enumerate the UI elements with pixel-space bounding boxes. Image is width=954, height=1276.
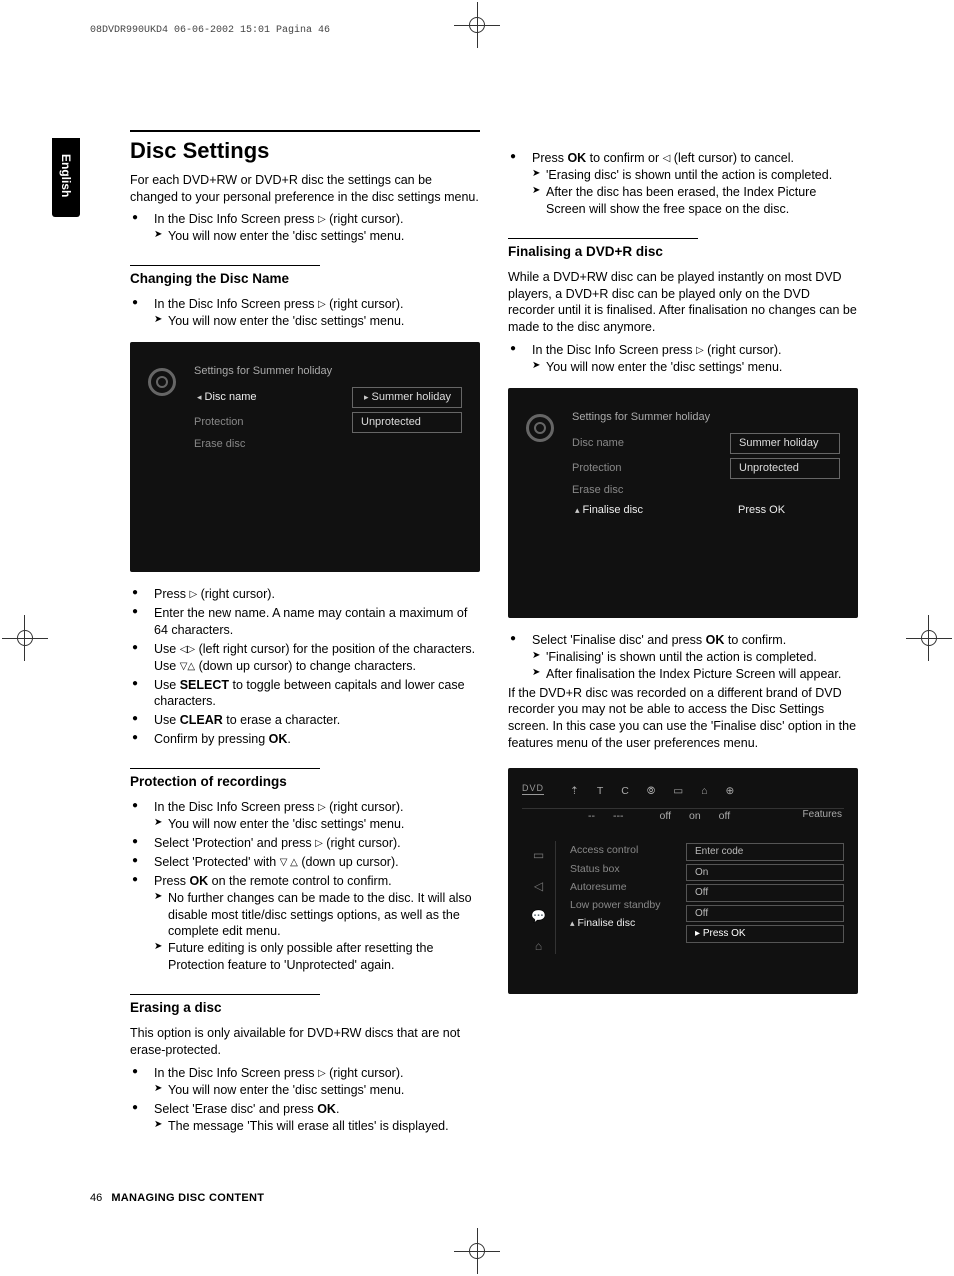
sub-note: No further changes can be made to the di… xyxy=(154,890,480,941)
language-icon: 💬 xyxy=(531,908,546,924)
language-tab: English xyxy=(52,138,80,217)
sub-note: After finalisation the Index Picture Scr… xyxy=(532,666,858,683)
chapter-title: MANAGING DISC CONTENT xyxy=(111,1192,264,1204)
intro-text: For each DVD+RW or DVD+R disc the settin… xyxy=(130,172,480,206)
prepress-jobline: 08DVDR990UKD4 06-06-2002 15:01 Pagina 46 xyxy=(90,24,330,38)
erase-intro: This option is only aivailable for DVD+R… xyxy=(130,1025,480,1059)
osd-row: ▴Finalise disc Press OK xyxy=(572,499,840,522)
osd-title: Settings for Summer holiday xyxy=(572,410,840,425)
dvd-logo-icon: DVD xyxy=(522,782,544,795)
sub-note: 'Erasing disc' is shown until the action… xyxy=(532,167,858,184)
disc-icon xyxy=(148,368,176,396)
sound-icon: ◁ xyxy=(534,878,543,894)
osd-row: Disc nameSummer holiday xyxy=(572,431,840,456)
right-column: Press OK to confirm or ◁ (left cursor) t… xyxy=(508,130,858,1136)
osd-row: Erase disc xyxy=(572,481,840,500)
features-label: Features xyxy=(803,808,842,822)
list-item: Select 'Erase disc' and press OK. The me… xyxy=(132,1101,480,1135)
registration-mark-left-icon xyxy=(10,623,40,653)
list-item: Confirm by pressing OK. xyxy=(132,731,480,748)
osd-disc-settings-screenshot: Settings for Summer holiday ◂Disc name ▸… xyxy=(130,342,480,572)
osd-row: Erase disc xyxy=(194,435,462,454)
sub-note: 'Finalising' is shown until the action i… xyxy=(532,649,858,666)
list-item: Enter the new name. A name may contain a… xyxy=(132,605,480,639)
list-item: In the Disc Info Screen press ▷ (right c… xyxy=(132,1065,480,1099)
sub-note: You will now enter the 'disc settings' m… xyxy=(154,228,480,245)
finalise-intro: While a DVD+RW disc can be played instan… xyxy=(508,269,858,337)
page-title: Disc Settings xyxy=(130,130,480,166)
page-footer: 46 MANAGING DISC CONTENT xyxy=(90,1191,264,1206)
list-item: Press ▷ (right cursor). xyxy=(132,586,480,603)
subheading-changing-disc-name: Changing the Disc Name xyxy=(130,265,480,288)
sub-note: The message 'This will erase all titles'… xyxy=(154,1118,480,1135)
osd-row: Protection Unprotected xyxy=(194,410,462,435)
disc-icon xyxy=(526,414,554,442)
list-item: Press OK on the remote control to confir… xyxy=(132,873,480,974)
left-column: Disc Settings For each DVD+RW or DVD+R d… xyxy=(130,130,480,1136)
list-item: Use ◁▷ (left right cursor) for the posit… xyxy=(132,641,480,675)
osd-features-values: Enter code On Off Off ▸ Press OK xyxy=(676,841,844,954)
osd-top-iconrow: ⇡ T C ⦾ ▭ ⌂ ⊕ xyxy=(522,778,844,809)
osd-title: Settings for Summer holiday xyxy=(194,364,462,379)
list-item: Press OK to confirm or ◁ (left cursor) t… xyxy=(510,150,858,218)
list-item: In the Disc Info Screen press ▷ (right c… xyxy=(132,296,480,330)
list-item: Select 'Finalise disc' and press OK to c… xyxy=(510,632,858,683)
osd-row: ProtectionUnprotected xyxy=(572,456,840,481)
sub-note: You will now enter the 'disc settings' m… xyxy=(154,816,480,833)
sub-note: You will now enter the 'disc settings' m… xyxy=(154,1082,480,1099)
osd-finalise-screenshot: Settings for Summer holiday Disc nameSum… xyxy=(508,388,858,618)
registration-mark-bottom-icon xyxy=(462,1236,492,1266)
list-item: In the Disc Info Screen press ▷ (right c… xyxy=(132,211,480,245)
list-item: In the Disc Info Screen press ▷ (right c… xyxy=(132,799,480,833)
list-item: Use SELECT to toggle between capitals an… xyxy=(132,677,480,711)
subheading-protection: Protection of recordings xyxy=(130,768,480,791)
finalise-tail: If the DVD+R disc was recorded on a diff… xyxy=(508,685,858,753)
registration-mark-right-icon xyxy=(914,623,944,653)
osd-features-menu-screenshot: DVD Features ⇡ T C ⦾ ▭ ⌂ ⊕ -- --- off on… xyxy=(508,768,858,994)
list-item: In the Disc Info Screen press ▷ (right c… xyxy=(510,342,858,376)
list-item: Use CLEAR to erase a character. xyxy=(132,712,480,729)
features-icon: ⌂ xyxy=(535,938,542,954)
sub-note: Future editing is only possible after re… xyxy=(154,940,480,974)
list-item: Select 'Protected' with ▽ △ (down up cur… xyxy=(132,854,480,871)
osd-top-valrow: -- --- off on off xyxy=(522,809,844,833)
list-item: Select 'Protection' and press ▷ (right c… xyxy=(132,835,480,852)
osd-features-list: Access control Status box Autoresume Low… xyxy=(556,841,676,954)
osd-row: ◂Disc name ▸Summer holiday xyxy=(194,385,462,410)
picture-icon: ▭ xyxy=(533,847,544,863)
sub-note: You will now enter the 'disc settings' m… xyxy=(154,313,480,330)
page-number: 46 xyxy=(90,1191,102,1206)
subheading-finalising: Finalising a DVD+R disc xyxy=(508,238,858,261)
registration-mark-top-icon xyxy=(462,10,492,40)
sub-note: You will now enter the 'disc settings' m… xyxy=(532,359,858,376)
subheading-erasing: Erasing a disc xyxy=(130,994,480,1017)
sub-note: After the disc has been erased, the Inde… xyxy=(532,184,858,218)
osd-side-icons: ▭ ◁ 💬 ⌂ xyxy=(522,841,556,954)
